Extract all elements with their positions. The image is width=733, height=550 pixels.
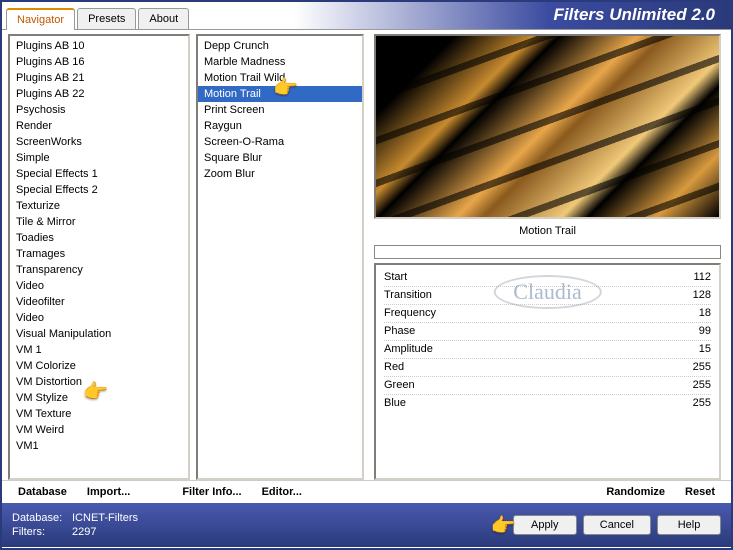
randomize-button[interactable]: Randomize (600, 484, 671, 500)
db-info: Database:ICNET-Filters Filters:2297 (12, 511, 138, 539)
param-value: 128 (693, 288, 711, 303)
category-item[interactable]: Visual Manipulation (10, 326, 188, 342)
filter-item[interactable]: Screen-O-Rama (198, 134, 362, 150)
param-row[interactable]: Amplitude 15 (384, 341, 711, 359)
tab-presets[interactable]: Presets (77, 8, 136, 29)
toolbar: Database Import... Filter Info... Editor… (2, 480, 731, 503)
category-item[interactable]: Toadies (10, 230, 188, 246)
param-row[interactable]: Green 255 (384, 377, 711, 395)
category-item[interactable]: Plugins AB 10 (10, 38, 188, 54)
param-value: 255 (693, 360, 711, 375)
param-value: 15 (699, 342, 711, 357)
category-item[interactable]: VM Stylize👈 (10, 390, 188, 406)
category-item[interactable]: Video (10, 278, 188, 294)
param-name: Frequency (384, 306, 436, 321)
param-row[interactable]: Frequency 18 (384, 305, 711, 323)
header: NavigatorPresetsAbout Filters Unlimited … (2, 2, 731, 30)
import-button[interactable]: Import... (81, 484, 136, 500)
param-name: Start (384, 270, 407, 285)
main: Plugins AB 10Plugins AB 16Plugins AB 21P… (2, 30, 731, 480)
filter-item[interactable]: Print Screen (198, 102, 362, 118)
param-value: 99 (699, 324, 711, 339)
param-name: Green (384, 378, 415, 393)
category-item[interactable]: Simple (10, 150, 188, 166)
cancel-button[interactable]: Cancel (583, 515, 651, 535)
filters-value: 2297 (72, 526, 96, 538)
category-item[interactable]: Video (10, 310, 188, 326)
editor-button[interactable]: Editor... (256, 484, 308, 500)
category-item[interactable]: Special Effects 2 (10, 182, 188, 198)
param-value: 18 (699, 306, 711, 321)
filter-list[interactable]: Depp CrunchMarble MadnessMotion Trail Wi… (196, 34, 364, 480)
filter-item[interactable]: Square Blur (198, 150, 362, 166)
category-item[interactable]: Plugins AB 21 (10, 70, 188, 86)
param-row[interactable]: Phase 99 (384, 323, 711, 341)
reset-button[interactable]: Reset (679, 484, 721, 500)
params-panel[interactable]: Claudia Start112Transition128Frequency18… (374, 263, 721, 480)
filter-item[interactable]: Depp Crunch (198, 38, 362, 54)
apply-button[interactable]: Apply (513, 515, 577, 535)
tab-about[interactable]: About (138, 8, 189, 29)
filters-label: Filters: (12, 525, 72, 539)
filter-info-button[interactable]: Filter Info... (176, 484, 247, 500)
button-row: 👉 Apply Cancel Help (513, 515, 721, 535)
param-row[interactable]: Blue 255 (384, 395, 711, 412)
database-label: Database: (12, 511, 72, 525)
help-button[interactable]: Help (657, 515, 721, 535)
pointer-icon: 👉 (491, 513, 516, 538)
filter-item[interactable]: Motion Trail Wild (198, 70, 362, 86)
category-list[interactable]: Plugins AB 10Plugins AB 16Plugins AB 21P… (8, 34, 190, 480)
category-item[interactable]: VM Texture (10, 406, 188, 422)
category-item[interactable]: Tramages (10, 246, 188, 262)
preview-column: Motion Trail Claudia Start112Transition1… (370, 34, 725, 480)
param-row[interactable]: Transition 128 (384, 287, 711, 305)
category-item[interactable]: VM1 (10, 438, 188, 454)
category-item[interactable]: Psychosis (10, 102, 188, 118)
category-item[interactable]: Texturize (10, 198, 188, 214)
filter-item[interactable]: Motion Trail👈 (198, 86, 362, 102)
tabs: NavigatorPresetsAbout (2, 2, 191, 29)
category-item[interactable]: Plugins AB 22 (10, 86, 188, 102)
database-button[interactable]: Database (12, 484, 73, 500)
param-name: Phase (384, 324, 415, 339)
category-item[interactable]: VM Weird (10, 422, 188, 438)
filter-item[interactable]: Marble Madness (198, 54, 362, 70)
progress-bar (374, 245, 721, 259)
database-value: ICNET-Filters (72, 512, 138, 524)
category-item[interactable]: Tile & Mirror (10, 214, 188, 230)
preview-label: Motion Trail (374, 223, 721, 241)
filter-item[interactable]: Raygun (198, 118, 362, 134)
param-name: Amplitude (384, 342, 433, 357)
category-item[interactable]: VM Distortion (10, 374, 188, 390)
category-item[interactable]: Special Effects 1 (10, 166, 188, 182)
param-name: Red (384, 360, 404, 375)
category-item[interactable]: VM 1 (10, 342, 188, 358)
category-item[interactable]: Transparency (10, 262, 188, 278)
param-value: 255 (693, 396, 711, 411)
category-item[interactable]: Videofilter (10, 294, 188, 310)
category-item[interactable]: ScreenWorks (10, 134, 188, 150)
category-item[interactable]: VM Colorize (10, 358, 188, 374)
param-row[interactable]: Start 112 (384, 269, 711, 287)
tab-navigator[interactable]: Navigator (6, 8, 75, 30)
param-value: 255 (693, 378, 711, 393)
param-name: Transition (384, 288, 432, 303)
param-value: 112 (693, 270, 711, 285)
status-bar: Database:ICNET-Filters Filters:2297 👉 Ap… (2, 503, 731, 547)
filter-item[interactable]: Zoom Blur (198, 166, 362, 182)
brand-title: Filters Unlimited 2.0 (553, 2, 731, 29)
category-item[interactable]: Render (10, 118, 188, 134)
category-item[interactable]: Plugins AB 16 (10, 54, 188, 70)
param-name: Blue (384, 396, 406, 411)
preview-image (374, 34, 721, 219)
param-row[interactable]: Red 255 (384, 359, 711, 377)
